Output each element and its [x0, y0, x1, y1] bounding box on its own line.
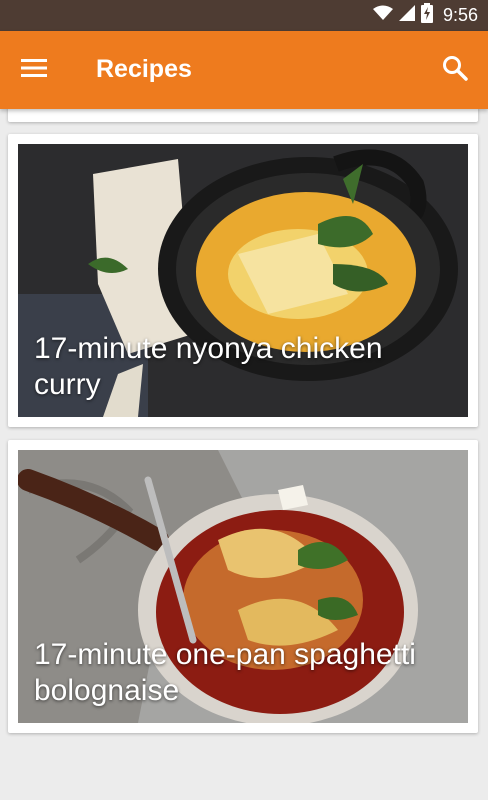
recipe-title: 17-minute one-pan spaghetti bolognaise — [34, 638, 416, 707]
page-title: Recipes — [96, 55, 192, 83]
status-time: 9:56 — [442, 5, 478, 25]
status-icons: 9:56 — [372, 0, 478, 31]
search-icon — [442, 55, 468, 86]
recipe-image: 17-minute one-pan spaghetti bolognaise — [18, 450, 468, 723]
recipe-card[interactable]: 17-minute nyonya chicken curry — [8, 134, 478, 427]
menu-icon — [21, 58, 47, 83]
wifi-icon — [372, 5, 393, 26]
menu-button[interactable] — [14, 51, 54, 89]
battery-charging-icon — [420, 3, 433, 28]
status-bar: 9:56 — [0, 0, 488, 31]
app-bar: Recipes — [0, 31, 488, 109]
cell-signal-icon — [398, 5, 415, 26]
recipe-image: 17-minute nyonya chicken curry — [18, 144, 468, 417]
recipe-title: 17-minute nyonya chicken curry — [34, 332, 383, 401]
search-button[interactable] — [436, 51, 474, 89]
recipe-card[interactable]: 17-minute one-pan spaghetti bolognaise — [8, 440, 478, 733]
